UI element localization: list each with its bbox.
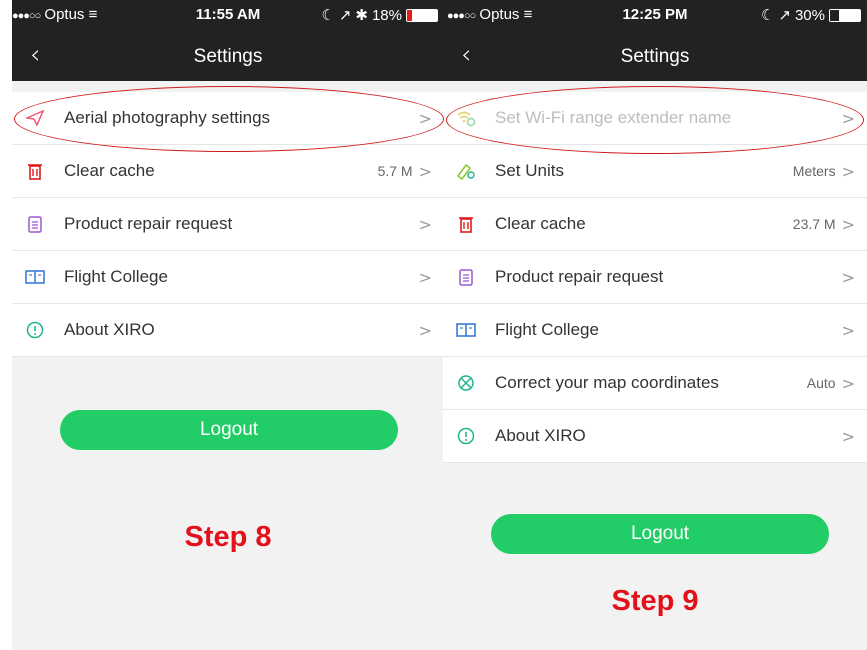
row-label: About XIRO xyxy=(495,426,586,445)
info-icon xyxy=(25,320,45,340)
settings-list: Set Wi-Fi range extender name > Set Unit… xyxy=(443,92,867,463)
location-arrow-icon: ↗ xyxy=(338,7,352,24)
book-icon xyxy=(456,320,476,340)
chevron-right-icon: > xyxy=(418,320,432,340)
row-label: Product repair request xyxy=(64,214,233,233)
settings-row-flight-college[interactable]: Flight College > xyxy=(443,304,867,357)
row-label: Clear cache xyxy=(64,161,155,180)
step-label: Step 8 xyxy=(184,521,272,553)
battery-icon xyxy=(406,8,438,22)
row-label: Set Units xyxy=(495,161,564,180)
row-value: Auto xyxy=(806,375,836,391)
row-label: About XIRO xyxy=(64,320,155,339)
logout-button[interactable]: Logout xyxy=(491,514,829,554)
row-value: 23.7 M xyxy=(792,216,836,232)
settings-row-product-repair[interactable]: Product repair request > xyxy=(12,198,444,251)
row-label: Clear cache xyxy=(495,214,586,233)
chevron-right-icon: > xyxy=(841,108,855,128)
battery-percent: 30% xyxy=(794,6,825,24)
chevron-right-icon: > xyxy=(418,108,432,128)
nav-bar: ‹ Settings xyxy=(12,30,444,81)
page-title: Settings xyxy=(193,46,263,67)
battery-icon xyxy=(829,8,861,22)
row-label: Product repair request xyxy=(495,267,664,286)
status-right: ☾ ↗ 30% xyxy=(761,6,861,24)
settings-row-wifi-extender[interactable]: Set Wi-Fi range extender name > xyxy=(443,92,867,145)
bluetooth-icon: ✱ xyxy=(355,7,368,24)
chevron-right-icon: > xyxy=(841,320,855,340)
chevron-right-icon: > xyxy=(418,267,432,287)
clipboard-icon xyxy=(456,267,476,287)
map-pin-icon xyxy=(456,373,476,393)
info-icon xyxy=(456,426,476,446)
wifi-icon xyxy=(456,108,476,128)
row-label: Flight College xyxy=(495,320,599,339)
row-value: Meters xyxy=(792,163,836,179)
battery-percent: 18% xyxy=(371,6,402,24)
page-title: Settings xyxy=(620,46,690,67)
row-label: Flight College xyxy=(64,267,168,286)
chevron-right-icon: > xyxy=(841,373,855,393)
paper-plane-icon xyxy=(25,108,45,128)
chevron-right-icon: > xyxy=(418,214,432,234)
row-label: Aerial photography settings xyxy=(64,108,271,127)
chevron-right-icon: > xyxy=(841,426,855,446)
chevron-right-icon: > xyxy=(841,214,855,234)
settings-list: Aerial photography settings > Clear cach… xyxy=(12,92,444,357)
settings-row-map-coordinates[interactable]: Correct your map coordinates Auto > xyxy=(443,357,867,410)
chevron-right-icon: > xyxy=(841,161,855,181)
status-bar: ●●●○○ Optus ≡ 11:55 AM ☾ ↗ ✱ 18% xyxy=(12,0,444,30)
settings-row-aerial-photography[interactable]: Aerial photography settings > xyxy=(12,92,444,145)
phone-screen-step-9: ●●●○○ Optus ≡ 12:25 PM ☾ ↗ 30% ‹ Setting… xyxy=(443,0,867,650)
settings-row-flight-college[interactable]: Flight College > xyxy=(12,251,444,304)
settings-row-clear-cache[interactable]: Clear cache 5.7 M > xyxy=(12,145,444,198)
chevron-right-icon: > xyxy=(418,161,432,181)
settings-row-about[interactable]: About XIRO > xyxy=(12,304,444,357)
trash-icon xyxy=(25,161,45,181)
logout-button[interactable]: Logout xyxy=(60,410,398,450)
moon-icon: ☾ xyxy=(760,7,775,24)
phone-screen-step-8: ●●●○○ Optus ≡ 11:55 AM ☾ ↗ ✱ 18% ‹ Setti… xyxy=(12,0,444,650)
chevron-right-icon: > xyxy=(841,267,855,287)
status-bar: ●●●○○ Optus ≡ 12:25 PM ☾ ↗ 30% xyxy=(443,0,867,30)
book-icon xyxy=(25,267,45,287)
trash-icon xyxy=(456,214,476,234)
settings-row-clear-cache[interactable]: Clear cache 23.7 M > xyxy=(443,198,867,251)
status-right: ☾ ↗ ✱ 18% xyxy=(321,6,438,24)
ruler-icon xyxy=(456,161,476,181)
moon-icon: ☾ xyxy=(321,7,335,24)
row-label: Correct your map coordinates xyxy=(495,373,719,392)
settings-row-set-units[interactable]: Set Units Meters > xyxy=(443,145,867,198)
step-label: Step 9 xyxy=(611,585,699,617)
settings-row-about[interactable]: About XIRO > xyxy=(443,410,867,463)
nav-bar: ‹ Settings xyxy=(443,30,867,81)
location-arrow-icon: ↗ xyxy=(778,7,791,24)
clipboard-icon xyxy=(25,214,45,234)
settings-row-product-repair[interactable]: Product repair request > xyxy=(443,251,867,304)
row-label: Set Wi-Fi range extender name xyxy=(495,108,732,127)
row-value: 5.7 M xyxy=(377,163,413,179)
